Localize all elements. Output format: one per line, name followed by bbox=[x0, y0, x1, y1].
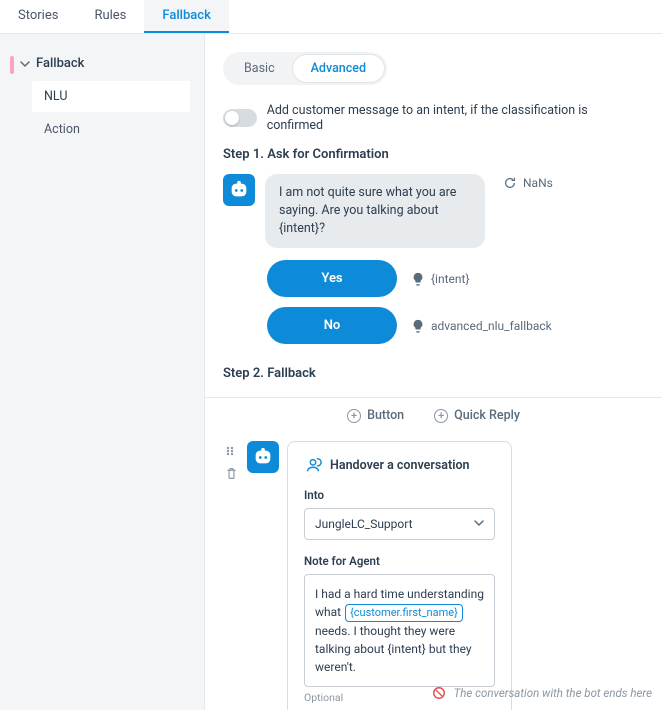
chevron-down-icon bbox=[474, 517, 484, 531]
no-button[interactable]: No bbox=[267, 307, 397, 344]
content-pane: Basic Advanced Add customer message to a… bbox=[205, 34, 662, 710]
top-tabs: Stories Rules Fallback bbox=[0, 0, 662, 34]
handover-card: Handover a conversation Into JungleLC_Su… bbox=[287, 441, 512, 710]
end-footer-text: The conversation with the bot ends here bbox=[454, 686, 652, 700]
mode-toggle: Basic Advanced bbox=[223, 52, 387, 85]
divider bbox=[205, 397, 662, 398]
note-textarea[interactable]: I had a hard time understanding what {cu… bbox=[304, 574, 495, 687]
bot-avatar-icon bbox=[247, 441, 279, 473]
delete-icon[interactable] bbox=[225, 467, 238, 484]
tab-rules[interactable]: Rules bbox=[76, 0, 144, 33]
into-select[interactable]: JungleLC_Support bbox=[304, 508, 495, 540]
stop-icon bbox=[432, 686, 446, 700]
end-footer: The conversation with the bot ends here bbox=[432, 686, 652, 700]
sidebar-section-fallback[interactable]: Fallback bbox=[20, 52, 204, 79]
add-button-action[interactable]: + Button bbox=[347, 408, 404, 423]
refresh-icon[interactable] bbox=[503, 176, 517, 190]
mode-basic[interactable]: Basic bbox=[226, 55, 293, 82]
sidebar: Fallback NLU Action bbox=[0, 34, 205, 710]
variable-chip[interactable]: {customer.first_name} bbox=[345, 604, 463, 622]
step1-title: Step 1. Ask for Confirmation bbox=[223, 147, 644, 162]
bulb-icon bbox=[411, 319, 425, 333]
handover-title: Handover a conversation bbox=[330, 458, 470, 473]
section-marker bbox=[10, 56, 14, 74]
chevron-down-icon bbox=[20, 59, 30, 69]
tab-stories[interactable]: Stories bbox=[0, 0, 76, 33]
confirmation-prompt[interactable]: I am not quite sure what you are saying.… bbox=[265, 174, 485, 248]
plus-icon: + bbox=[347, 409, 361, 423]
into-label: Into bbox=[304, 488, 495, 502]
add-quick-reply-action[interactable]: + Quick Reply bbox=[434, 408, 520, 423]
bot-avatar-icon bbox=[223, 174, 255, 206]
tab-fallback[interactable]: Fallback bbox=[144, 0, 228, 33]
into-value: JungleLC_Support bbox=[315, 517, 413, 531]
sidebar-item-nlu[interactable]: NLU bbox=[32, 81, 190, 112]
sidebar-item-action[interactable]: Action bbox=[32, 114, 190, 145]
yes-button[interactable]: Yes bbox=[267, 260, 397, 297]
add-button-label: Button bbox=[367, 408, 404, 423]
no-intent-label: advanced_nlu_fallback bbox=[431, 319, 552, 333]
handover-icon bbox=[304, 456, 322, 474]
note-text-after: needs. I thought they were talking about… bbox=[315, 624, 472, 674]
bulb-icon bbox=[411, 272, 425, 286]
sidebar-section-label: Fallback bbox=[36, 56, 84, 71]
step2-title: Step 2. Fallback bbox=[223, 366, 644, 381]
drag-handle-icon[interactable] bbox=[225, 445, 237, 461]
add-quick-reply-label: Quick Reply bbox=[454, 408, 520, 423]
plus-icon: + bbox=[434, 409, 448, 423]
yes-intent-label: {intent} bbox=[431, 272, 470, 286]
prompt-meta-text: NaNs bbox=[523, 176, 553, 190]
add-to-intent-toggle[interactable] bbox=[223, 109, 257, 127]
note-label: Note for Agent bbox=[304, 554, 495, 568]
add-to-intent-label: Add customer message to an intent, if th… bbox=[267, 103, 644, 133]
mode-advanced[interactable]: Advanced bbox=[293, 55, 384, 82]
